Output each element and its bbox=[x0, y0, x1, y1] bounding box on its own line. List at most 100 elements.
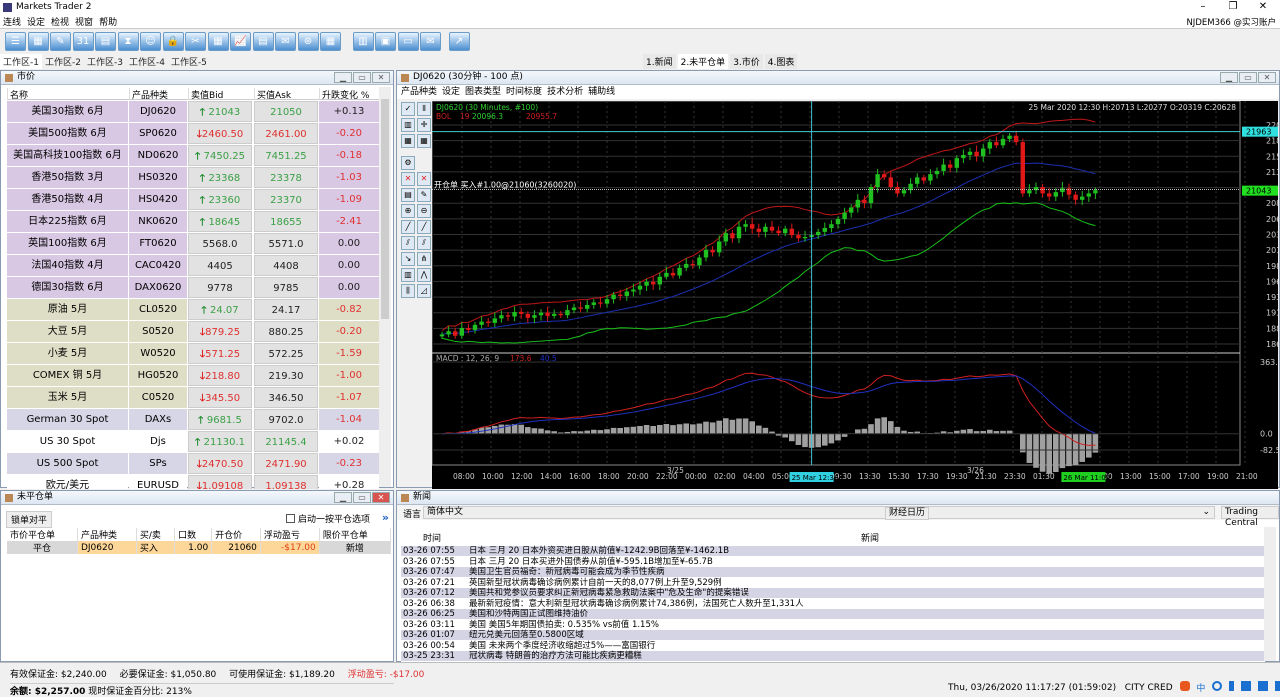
market-row[interactable]: 美国30指数 6月DJ0620🡑 2104321050+0.13 bbox=[7, 101, 379, 123]
fan-icon[interactable]: ⋀ bbox=[417, 268, 431, 282]
column-header[interactable]: 买值Ask bbox=[254, 88, 291, 100]
market-row[interactable]: US 30 SpotDjs🡑 21130.121145.4+0.02 bbox=[7, 431, 379, 453]
column-header[interactable]: 产品种类 bbox=[77, 528, 136, 541]
bid-button[interactable]: 🡑 21043 bbox=[188, 101, 252, 122]
market-row[interactable]: COMEX 铜 5月HG0520🡓218.80219.30-1.00 bbox=[7, 365, 379, 387]
maximize-panel-button[interactable]: ▭ bbox=[353, 492, 371, 503]
close-button[interactable]: ✕ bbox=[1248, 1, 1278, 13]
market-row[interactable]: 大豆 5月S0520🡓879.25880.25-0.20 bbox=[7, 321, 379, 343]
scrollbar[interactable] bbox=[1264, 527, 1276, 661]
bid-button[interactable]: 9778 bbox=[188, 277, 252, 298]
market-row[interactable]: German 30 SpotDAXs🡑 9681.59702.0-1.04 bbox=[7, 409, 379, 431]
column-header[interactable]: 口数 bbox=[175, 528, 212, 541]
menu-item[interactable]: 检视 bbox=[48, 14, 72, 29]
news-item[interactable]: 03-26 07:55日本 三月 20 日本外资买进日股从前值¥-1242.9B… bbox=[401, 546, 1265, 557]
ask-button[interactable]: 9785 bbox=[254, 277, 318, 298]
add-limit-button[interactable]: 新增 bbox=[319, 541, 390, 554]
export-icon[interactable]: ↗ bbox=[449, 32, 470, 51]
chart-menu-item[interactable]: 技术分析 bbox=[547, 87, 583, 97]
chart-icon[interactable]: ▦ bbox=[28, 32, 49, 51]
table-row[interactable]: 平仓DJ0620买入1.0021060-$17.00新增 bbox=[7, 541, 391, 554]
market-row[interactable]: 法国40指数 4月CAC0420440544080.00 bbox=[7, 255, 379, 277]
ask-button[interactable]: 219.30 bbox=[254, 365, 318, 386]
pitchfork-icon[interactable]: ⋔ bbox=[417, 252, 431, 266]
news-item[interactable]: 03-26 07:47美国卫生官员福奇：新冠病毒可能会成为季节性疾病 bbox=[401, 567, 1265, 578]
ask-button[interactable]: 24.17 bbox=[254, 299, 318, 320]
folder-icon[interactable]: ▤ bbox=[95, 32, 116, 51]
ask-button[interactable]: 880.25 bbox=[254, 321, 318, 342]
order-icon[interactable]: ▤ bbox=[401, 188, 415, 202]
zoom-in-icon[interactable]: ⊕ bbox=[401, 204, 415, 218]
bid-button[interactable]: 🡓1.09108 bbox=[188, 475, 252, 489]
market-row[interactable]: 小麦 5月W0520🡓571.25572.25-1.59 bbox=[7, 343, 379, 365]
market-row[interactable]: 欧元/美元EURUSD🡓1.091081.09138+0.28 bbox=[7, 475, 379, 489]
close-position-button[interactable]: 平仓 bbox=[7, 541, 77, 554]
bid-button[interactable]: 🡓218.80 bbox=[188, 365, 252, 386]
period-icon[interactable]: ⫼ bbox=[401, 284, 415, 298]
draw-icon[interactable]: ✎ bbox=[417, 188, 431, 202]
panel-tab[interactable]: 2.未平仓单 bbox=[678, 54, 729, 69]
bid-button[interactable]: 🡓571.25 bbox=[188, 343, 252, 364]
ask-button[interactable]: 21050 bbox=[254, 101, 318, 122]
column-header[interactable]: 买/卖 bbox=[136, 528, 174, 541]
ask-button[interactable]: 23370 bbox=[254, 189, 318, 210]
ask-button[interactable]: 1.09138 bbox=[254, 475, 318, 489]
minimize-panel-button[interactable]: ▁ bbox=[334, 72, 352, 83]
chart-menu-item[interactable]: 图表类型 bbox=[465, 87, 501, 97]
layout-icon[interactable]: ▥ bbox=[353, 32, 374, 51]
crosshair-icon[interactable]: ✛ bbox=[417, 118, 431, 132]
grid-alt-icon[interactable]: ▦ bbox=[417, 134, 431, 148]
ask-button[interactable]: 23378 bbox=[254, 167, 318, 188]
bid-button[interactable]: 🡑 7450.25 bbox=[188, 145, 252, 166]
chart-menu-item[interactable]: 产品种类 bbox=[401, 87, 437, 97]
channel-icon[interactable]: ⫽ bbox=[417, 236, 431, 250]
orders-icon[interactable]: ✎ bbox=[50, 32, 71, 51]
settings-icon[interactable]: ⚙ bbox=[401, 156, 415, 170]
menu-item[interactable]: 视窗 bbox=[72, 14, 96, 29]
bid-button[interactable]: 🡑 24.07 bbox=[188, 299, 252, 320]
column-header[interactable]: 限价平仓单 bbox=[319, 528, 390, 541]
trendline-icon[interactable]: ╱ bbox=[401, 220, 415, 234]
minimize-button[interactable]: – bbox=[1188, 1, 1218, 13]
ask-button[interactable]: 9702.0 bbox=[254, 409, 318, 430]
chart-menu-item[interactable]: 时间标度 bbox=[506, 87, 542, 97]
news-item[interactable]: 03-25 23:31冠状病毒 特朗普的治疗方法可能比疾病更糟糕 bbox=[401, 651, 1265, 662]
column-header[interactable]: 产品种类 bbox=[129, 88, 168, 100]
market-row[interactable]: 德国30指数 6月DAX0620977897850.00 bbox=[7, 277, 379, 299]
ask-button[interactable]: 7451.25 bbox=[254, 145, 318, 166]
gann-icon[interactable]: ◿ bbox=[417, 284, 431, 298]
window-icon[interactable]: ▣ bbox=[375, 32, 396, 51]
grid-icon[interactable]: ▦ bbox=[320, 32, 341, 51]
chart-menu-item[interactable]: 设定 bbox=[442, 87, 460, 97]
ask-button[interactable]: 346.50 bbox=[254, 387, 318, 408]
workspace-tab[interactable]: 工作区-2 bbox=[42, 54, 84, 69]
bid-button[interactable]: 🡓2470.50 bbox=[188, 453, 252, 474]
arrow-icon[interactable]: ↘ bbox=[401, 252, 415, 266]
workspace-tab[interactable]: 工作区-5 bbox=[168, 54, 210, 69]
calendar-icon[interactable]: 31 bbox=[73, 32, 94, 51]
checkmark-icon[interactable]: ✓ bbox=[401, 102, 415, 116]
market-row[interactable]: 日本225指数 6月NK0620🡑 1864518655-2.41 bbox=[7, 211, 379, 233]
news-item[interactable]: 03-26 07:12美国共和党参议员要求纠正新冠病毒紧急救助法案中"危及生命"… bbox=[401, 588, 1265, 599]
scrollbar[interactable] bbox=[379, 87, 391, 487]
user-icon[interactable]: ☺ bbox=[140, 32, 161, 51]
news-item[interactable]: 03-26 00:54美国 未来两个季度经济收缩超过5%——富国银行 bbox=[401, 641, 1265, 652]
bid-button[interactable]: 🡓879.25 bbox=[188, 321, 252, 342]
market-row[interactable]: 美国高科技100指数 6月ND0620🡑 7450.257451.25-0.18 bbox=[7, 145, 379, 167]
grid-icon[interactable] bbox=[1275, 681, 1280, 691]
minimize-panel-button[interactable]: ▁ bbox=[1220, 72, 1238, 83]
column-header[interactable]: 名称 bbox=[7, 88, 28, 100]
market-row[interactable]: 英国100指数 6月FT06205568.05571.00.00 bbox=[7, 233, 379, 255]
ime-icon[interactable] bbox=[1180, 681, 1190, 691]
market-row[interactable]: US 500 SpotSPs🡓2470.502471.90-0.23 bbox=[7, 453, 379, 475]
market-row[interactable]: 玉米 5月C0520🡓345.50346.50-1.07 bbox=[7, 387, 379, 409]
panel-tab[interactable]: 4.图表 bbox=[765, 54, 798, 69]
news-item[interactable]: 03-26 07:21英国新型冠状病毒确诊病例累计自前一天的8,077例上升至9… bbox=[401, 578, 1265, 589]
column-header[interactable]: 升跌变化 % bbox=[319, 88, 369, 100]
one-click-close-option[interactable]: 启动一按平仓选项 bbox=[286, 512, 370, 525]
chart-menu-item[interactable]: 辅助线 bbox=[588, 87, 615, 97]
tools-icon[interactable]: ✂ bbox=[185, 32, 206, 51]
mic-icon[interactable] bbox=[1229, 681, 1234, 691]
delete-icon[interactable]: ✕ bbox=[401, 172, 415, 186]
news-item[interactable]: 03-26 06:38最新新冠疫情：意大利新型冠状病毒确诊病例累计74,386例… bbox=[401, 599, 1265, 610]
